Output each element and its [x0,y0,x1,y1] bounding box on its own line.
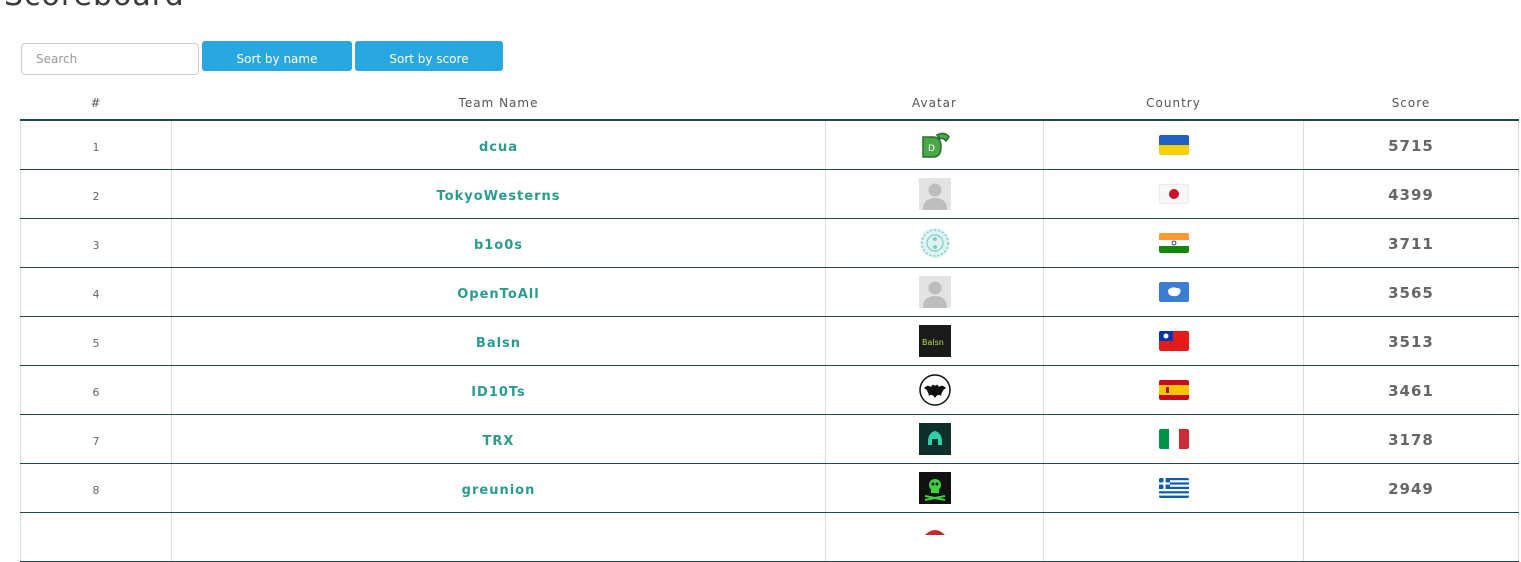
score-cell: 3711 [1388,234,1434,253]
team-name-link[interactable]: dcua [479,140,518,155]
score-cell: 4399 [1388,185,1434,204]
default-user-avatar [918,178,951,210]
column-header-country[interactable]: Country [1043,86,1304,121]
rank-cell: 7 [92,434,100,448]
italy-flag-icon [1158,429,1189,450]
scoreboard-table: # Team Name Avatar Country Score 1 dcua D 5… [20,86,1519,562]
default-user-avatar [918,276,951,308]
table-row: 6 ID10Ts 3461 [20,365,1519,415]
rank-cell: 5 [92,336,100,350]
table-row: 8 greunion 2949 [20,463,1519,513]
team-name-link[interactable]: greunion [462,483,536,498]
spain-flag-icon [1158,380,1189,401]
column-header-avatar: Avatar [825,86,1044,121]
page-title: Scoreboard [4,0,185,13]
japan-flag-icon [1158,184,1189,205]
score-cell: 3178 [1388,430,1434,449]
score-cell: 5715 [1388,136,1434,155]
ornament-avatar [919,227,951,259]
svg-text:D: D [928,144,935,154]
score-cell: 2949 [1388,479,1434,498]
team-name-link[interactable]: OpenToAll [457,287,539,302]
india-flag-icon [1158,233,1189,254]
antarctica-flag-icon [1158,282,1189,303]
team-name-link[interactable]: TRX [483,434,515,449]
score-cell: 3461 [1388,381,1434,400]
svg-text:Balsn: Balsn [922,338,944,347]
rank-cell: 6 [92,385,100,399]
helmet-logo-avatar [918,423,951,455]
column-header-rank[interactable]: # [20,86,172,121]
table-row [20,512,1519,562]
rank-cell: 1 [92,140,100,154]
team-name-link[interactable]: TokyoWesterns [437,189,561,204]
score-cell: 3565 [1388,283,1434,302]
rank-cell: 4 [92,287,100,301]
table-row: 4 OpenToAll 3565 [20,267,1519,317]
column-header-score[interactable]: Score [1303,86,1519,121]
table-row: 5 Balsn Balsn 3513 [20,316,1519,366]
table-header-row: # Team Name Avatar Country Score [20,86,1519,121]
table-row: 7 TRX 3178 [20,414,1519,464]
rank-cell: 3 [92,238,100,252]
rank-cell: 8 [92,483,100,497]
greece-flag-icon [1158,478,1189,499]
dc-logo-avatar: D [918,129,951,161]
partial-avatar [919,521,951,553]
team-name-link[interactable]: Balsn [476,336,521,351]
team-name-link[interactable]: ID10Ts [471,385,526,400]
search-input[interactable] [21,43,199,75]
score-cell: 3513 [1388,332,1434,351]
table-row: 3 b1o0s 3711 [20,218,1519,268]
bat-logo-avatar [918,374,951,406]
team-name-link[interactable]: b1o0s [474,238,523,253]
table-row: 2 TokyoWesterns 4399 [20,169,1519,219]
taiwan-flag-icon [1158,331,1189,352]
ukraine-flag-icon [1158,135,1189,156]
balsn-logo-avatar: Balsn [918,325,951,357]
table-row: 1 dcua D 5715 [20,120,1519,170]
skull-logo-avatar [918,472,951,504]
sort-by-name-button[interactable]: Sort by name [202,41,352,71]
column-header-team[interactable]: Team Name [171,86,826,121]
sort-by-score-button[interactable]: Sort by score [355,41,503,71]
rank-cell: 2 [92,189,100,203]
